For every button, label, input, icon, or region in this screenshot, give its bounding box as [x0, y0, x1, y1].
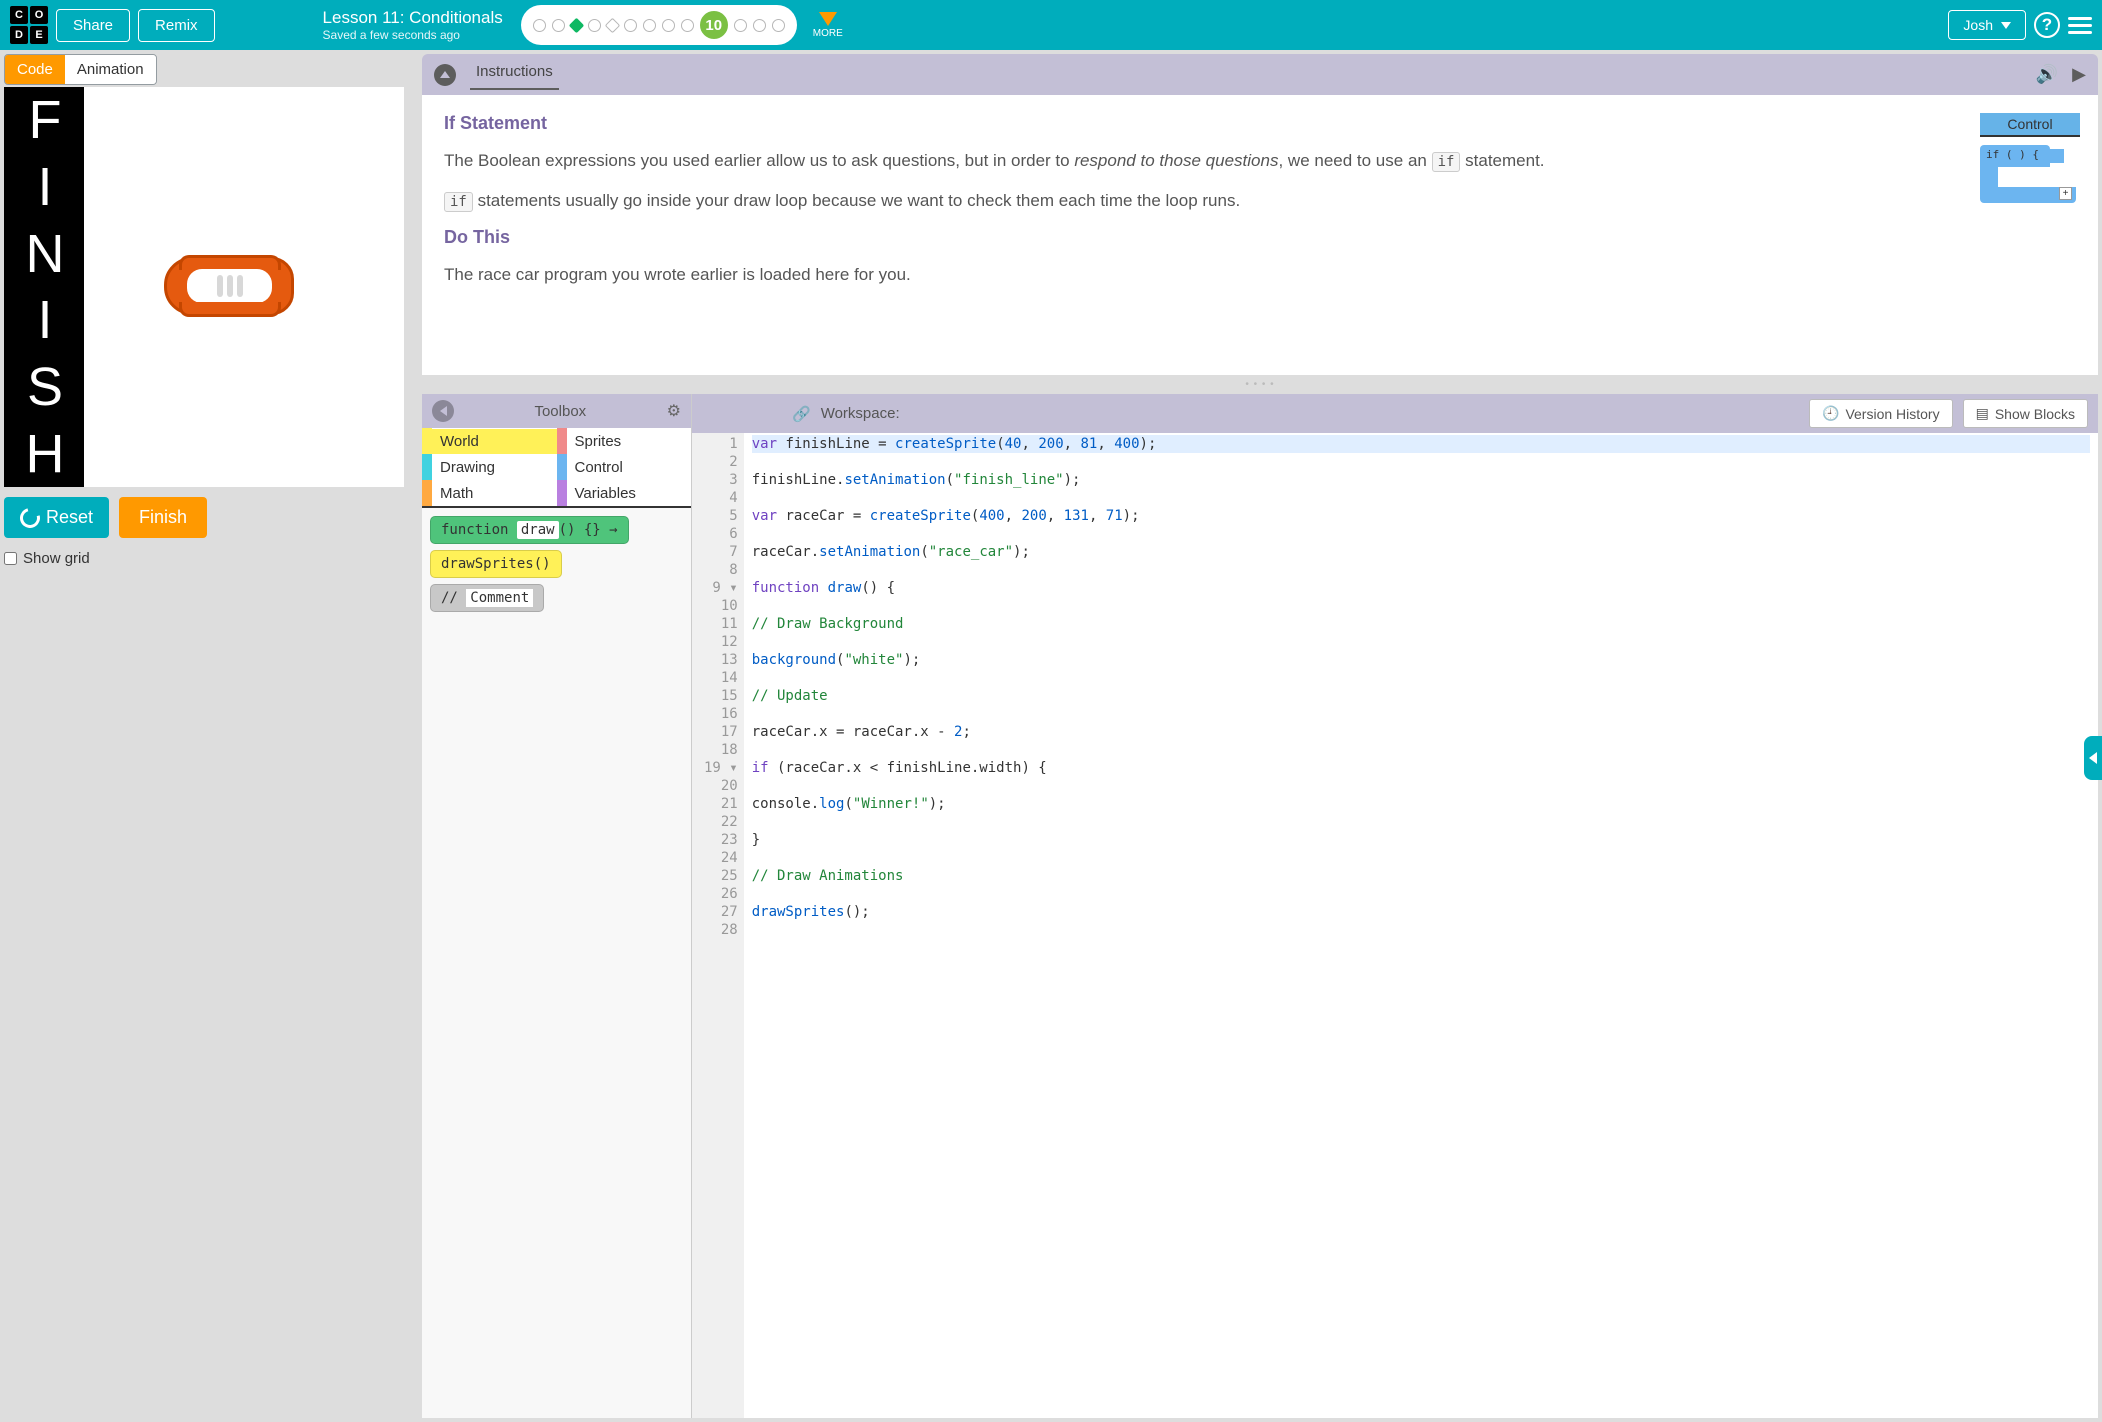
- progress-step[interactable]: [734, 19, 747, 32]
- progress-step[interactable]: [624, 19, 637, 32]
- instructions-paragraph: if statements usually go inside your dra…: [444, 188, 2076, 214]
- progress-step[interactable]: [753, 19, 766, 32]
- show-grid-input[interactable]: [4, 552, 17, 565]
- block-draw-sprites[interactable]: drawSprites(): [430, 550, 562, 578]
- control-block-preview: Control if ( ) {: [1980, 113, 2080, 203]
- code-editor[interactable]: 123456789 ▾10111213141516171819 ▾2021222…: [692, 433, 2098, 1418]
- progress-bar: 10: [521, 5, 797, 45]
- toolbox-panel: Toolbox ⚙ WorldSpritesDrawingControlMath…: [422, 394, 692, 1418]
- toolbox-category-sprites[interactable]: Sprites: [557, 428, 692, 454]
- saved-status: Saved a few seconds ago: [323, 28, 503, 42]
- workspace-label: Workspace:: [821, 405, 900, 422]
- reset-icon: [16, 504, 43, 531]
- instructions-header: Instructions 🔊 ▶: [422, 54, 2098, 95]
- logo[interactable]: CO DE: [10, 6, 48, 44]
- share-button[interactable]: Share: [56, 9, 130, 42]
- left-panel: Code Animation F I N I S H Reset Finish: [0, 50, 410, 1422]
- finish-line-sprite: F I N I S H: [4, 87, 84, 487]
- tab-code[interactable]: Code: [5, 55, 65, 84]
- resize-handle[interactable]: • • • •: [422, 379, 2098, 390]
- back-icon[interactable]: [432, 400, 454, 422]
- show-grid-checkbox[interactable]: Show grid: [4, 550, 406, 567]
- progress-step-current[interactable]: 10: [700, 11, 728, 39]
- progress-step[interactable]: [604, 17, 620, 33]
- toolbox-blocks: function draw() {} → drawSprites() // Co…: [422, 508, 691, 1418]
- app-header: CO DE Share Remix Lesson 11: Conditional…: [0, 0, 2102, 50]
- progress-step[interactable]: [533, 19, 546, 32]
- code-content[interactable]: var finishLine = createSprite(40, 200, 8…: [744, 433, 2098, 1418]
- instructions-body: Control if ( ) { If Statement The Boolea…: [422, 95, 2098, 375]
- user-menu-button[interactable]: Josh: [1948, 10, 2026, 40]
- audio-icon[interactable]: 🔊: [2036, 64, 2058, 85]
- instructions-tab[interactable]: Instructions: [470, 59, 559, 90]
- toolbox-category-math[interactable]: Math: [422, 480, 557, 506]
- progress-step[interactable]: [643, 19, 656, 32]
- remix-button[interactable]: Remix: [138, 9, 215, 42]
- toolbox-category-control[interactable]: Control: [557, 454, 692, 480]
- instructions-title: If Statement: [444, 113, 2076, 134]
- tab-animation[interactable]: Animation: [65, 55, 156, 84]
- race-car-sprite: [164, 257, 294, 327]
- right-panel: Instructions 🔊 ▶ Control if ( ) { If Sta…: [410, 50, 2102, 1422]
- progress-step[interactable]: [681, 19, 694, 32]
- collapse-icon[interactable]: [434, 64, 456, 86]
- chevron-down-icon: [2001, 22, 2011, 29]
- progress-step[interactable]: [772, 19, 785, 32]
- blocks-icon: ▤: [1976, 405, 1989, 422]
- toolbox-category-drawing[interactable]: Drawing: [422, 454, 557, 480]
- lesson-info: Lesson 11: Conditionals Saved a few seco…: [323, 8, 503, 42]
- canvas-controls: Reset Finish: [4, 497, 406, 538]
- instructions-paragraph: The Boolean expressions you used earlier…: [444, 148, 2076, 174]
- progress-step[interactable]: [662, 19, 675, 32]
- progress-step[interactable]: [568, 17, 584, 33]
- instructions-panel: Instructions 🔊 ▶ Control if ( ) { If Sta…: [422, 54, 2098, 375]
- main-area: Code Animation F I N I S H Reset Finish: [0, 50, 2102, 1422]
- code-panel: 🔗 Workspace: 🕘 Version History ▤ Show Bl…: [692, 394, 2098, 1418]
- finish-button[interactable]: Finish: [119, 497, 207, 538]
- more-marker[interactable]: MORE: [813, 12, 843, 39]
- reset-button[interactable]: Reset: [4, 497, 109, 538]
- play-icon[interactable]: ▶: [2072, 64, 2086, 85]
- block-comment[interactable]: // Comment: [430, 584, 544, 612]
- progress-step[interactable]: [552, 19, 565, 32]
- gear-icon[interactable]: ⚙: [667, 401, 681, 421]
- do-this-title: Do This: [444, 227, 2076, 248]
- triangle-down-icon: [819, 12, 837, 26]
- workspace-area: Toolbox ⚙ WorldSpritesDrawingControlMath…: [422, 394, 2098, 1418]
- link-icon: 🔗: [792, 405, 811, 423]
- toolbox-categories: WorldSpritesDrawingControlMathVariables: [422, 428, 691, 508]
- clock-icon: 🕘: [1822, 405, 1839, 422]
- toolbox-header: Toolbox ⚙: [422, 394, 691, 428]
- show-blocks-button[interactable]: ▤ Show Blocks: [1963, 399, 2088, 428]
- toolbox-category-world[interactable]: World: [422, 428, 557, 454]
- progress-step[interactable]: [588, 19, 601, 32]
- block-function-draw[interactable]: function draw() {} →: [430, 516, 629, 544]
- version-history-button[interactable]: 🕘 Version History: [1809, 399, 1953, 428]
- toolbox-category-variables[interactable]: Variables: [557, 480, 692, 506]
- instructions-paragraph: The race car program you wrote earlier i…: [444, 262, 2076, 288]
- line-gutter: 123456789 ▾10111213141516171819 ▾2021222…: [692, 433, 744, 1418]
- hamburger-menu-icon[interactable]: [2068, 17, 2092, 34]
- panel-tabs: Code Animation: [4, 54, 157, 85]
- side-collapse-tab[interactable]: [2084, 736, 2102, 780]
- help-icon[interactable]: ?: [2034, 12, 2060, 38]
- workspace-header: 🔗 Workspace: 🕘 Version History ▤ Show Bl…: [692, 394, 2098, 433]
- lesson-title: Lesson 11: Conditionals: [323, 8, 503, 28]
- game-canvas[interactable]: F I N I S H: [4, 87, 404, 487]
